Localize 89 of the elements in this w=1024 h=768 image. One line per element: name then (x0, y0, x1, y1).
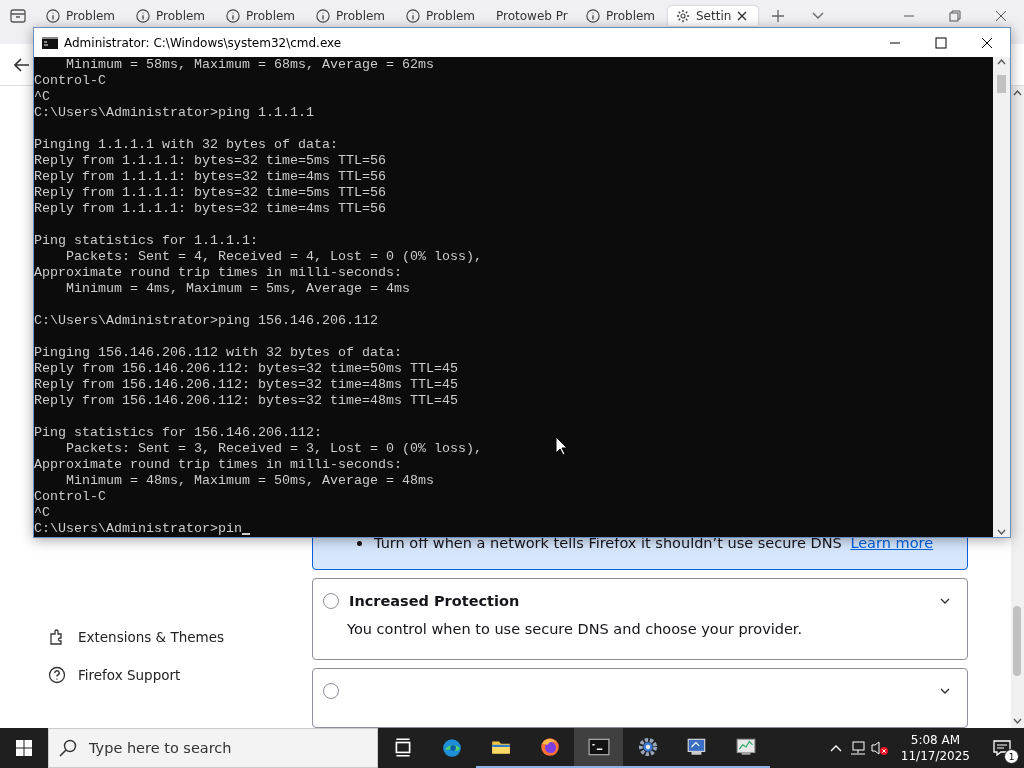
console-line: Control-C (34, 73, 106, 89)
console-line: ^C (34, 505, 50, 521)
windows-start-icon[interactable] (16, 740, 32, 756)
maximize-icon[interactable] (935, 36, 947, 49)
settings-icon (676, 9, 690, 23)
console-line: Pinging 1.1.1.1 with 32 bytes of data: (34, 137, 338, 153)
scroll-thumb[interactable] (997, 75, 1006, 93)
restore-icon[interactable] (949, 10, 961, 22)
console-line: Packets: Sent = 4, Received = 4, Lost = 0 (0% loss), (65, 249, 482, 265)
browser-tab[interactable]: Problem (398, 6, 488, 26)
notification-button[interactable]: 1 (980, 728, 1024, 768)
chevron-up-icon[interactable] (829, 744, 842, 752)
terminal-icon (42, 36, 58, 49)
browser-tab[interactable]: Problem (578, 6, 668, 26)
console-line: Packets: Sent = 3, Received = 3, Lost = 0 (0% loss), (65, 441, 482, 457)
radio-button[interactable] (323, 593, 339, 609)
notification-count: 1 (1004, 749, 1019, 764)
scroll-down-icon[interactable] (1013, 718, 1022, 724)
task-view-icon (395, 738, 410, 757)
scroll-up-icon[interactable] (1013, 90, 1022, 96)
sidebar-link[interactable]: Firefox Support (78, 667, 181, 683)
back-icon[interactable] (14, 57, 30, 72)
browser-tab[interactable]: Problem (308, 6, 398, 26)
console-line: Ping statistics for 1.1.1.1: (34, 233, 258, 249)
browser-tab[interactable]: Problem (128, 6, 218, 26)
console-line: Reply from 156.146.206.112: bytes=32 time=48ms TTL=45 (34, 393, 458, 409)
option-title: Increased Protection (349, 593, 521, 609)
console-line: Reply from 1.1.1.1: bytes=32 time=5ms TTL=56 (34, 153, 386, 169)
console-line: ^C (34, 89, 50, 105)
info-icon (136, 9, 150, 23)
search-field[interactable]: Type here to search (48, 728, 378, 768)
text-cursor (241, 533, 250, 535)
console-line: Pinging 156.146.206.112 with 32 bytes of data: (34, 345, 402, 361)
console-line: Minimum = 4ms, Maximum = 5ms, Average = 4ms (65, 281, 410, 297)
console-line: C:\Users\Administrator>ping 1.1.1.1 (34, 105, 314, 121)
taskbar-button[interactable] (574, 728, 623, 768)
console-line: Ping statistics for 156.146.206.112: (34, 425, 322, 441)
console-line: Reply from 1.1.1.1: bytes=32 time=4ms TTL=56 (34, 201, 386, 217)
help-icon (48, 666, 66, 684)
console-line: Minimum = 48ms, Maximum = 50ms, Average = 48ms (65, 473, 434, 489)
browser-tab[interactable]: Settin (668, 6, 758, 26)
console-line: Approximate round trip times in milli-seconds: (34, 457, 402, 473)
browser-tab[interactable]: Problem (218, 6, 308, 26)
console-line: Minimum = 58ms, Maximum = 68ms, Average = 62ms (65, 57, 434, 73)
info-icon (46, 9, 60, 23)
console-line: Approximate round trip times in milli-seconds: (34, 265, 402, 281)
console-line: C:\Users\Administrator>ping 156.146.206.112 (34, 313, 378, 329)
radio-button[interactable] (323, 683, 339, 699)
console-line: Reply from 156.146.206.112: bytes=32 time=48ms TTL=45 (34, 377, 458, 393)
learn-more-link[interactable]: Learn more (850, 535, 934, 551)
browser-tab[interactable]: Protoweb Pr (488, 6, 578, 26)
console-line: Reply from 1.1.1.1: bytes=32 time=5ms TTL=56 (34, 185, 386, 201)
firefox-icon (540, 738, 559, 756)
browser-tab[interactable]: Problem (38, 6, 128, 26)
close-icon[interactable] (995, 10, 1007, 22)
monitor-chart-icon (736, 738, 755, 755)
search-icon (59, 739, 77, 757)
console-line: Control-C (34, 489, 106, 505)
info-icon (406, 9, 420, 23)
console-line: Reply from 156.146.206.112: bytes=32 time=50ms TTL=45 (34, 361, 458, 377)
info-icon (316, 9, 330, 23)
new-tab-icon[interactable] (771, 9, 785, 23)
option-description: You control when to use secure DNS and choose your provider. (347, 621, 804, 637)
console-line: Reply from 1.1.1.1: bytes=32 time=4ms TTL=56 (34, 169, 386, 185)
info-icon (586, 9, 600, 23)
scroll-thumb[interactable] (1013, 606, 1021, 676)
mouse-pointer-icon (555, 436, 568, 456)
scroll-up-icon[interactable] (997, 59, 1006, 65)
monitor-icon (687, 738, 705, 755)
terminal-icon (588, 738, 609, 756)
close-icon[interactable] (737, 11, 748, 21)
clock-time: 5:08 AM (910, 732, 961, 748)
network-icon[interactable] (849, 740, 866, 756)
volume-muted-icon[interactable] (870, 740, 889, 756)
close-icon[interactable] (981, 36, 993, 49)
window-title: Administrator: C:\Windows\system32\cmd.exe (64, 35, 343, 50)
scroll-down-icon[interactable] (997, 529, 1006, 535)
clock-date: 11/17/2025 (900, 748, 970, 764)
info-icon (226, 9, 240, 23)
scrollbar[interactable] (993, 57, 1010, 537)
folder-icon (491, 741, 510, 754)
gear-icon (638, 737, 657, 757)
bullet-icon (357, 540, 362, 546)
notification-icon (993, 740, 1011, 756)
browser-icon (442, 739, 461, 757)
tab-list-icon[interactable] (8, 6, 28, 26)
scrollbar[interactable] (1011, 86, 1024, 728)
console-line: C:\Users\Administrator>pin (34, 521, 242, 537)
sidebar-link[interactable]: Extensions & Themes (78, 629, 224, 645)
